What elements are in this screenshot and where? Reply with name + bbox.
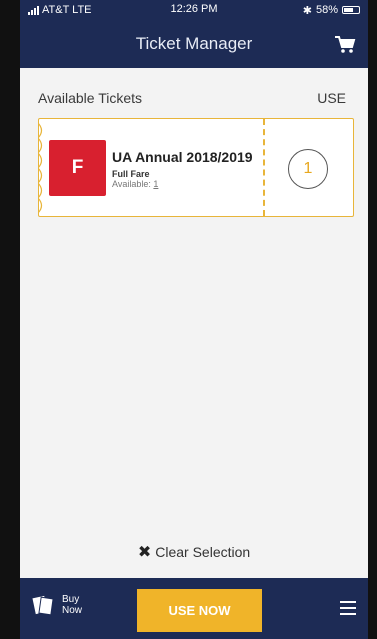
- use-now-button[interactable]: USE NOW: [137, 589, 262, 632]
- buy-now-line1: Buy: [62, 594, 80, 605]
- ticket-name: UA Annual 2018/2019: [112, 149, 253, 165]
- nav-bar: Ticket Manager: [20, 20, 368, 68]
- ticket-scallop-edge: [38, 123, 43, 213]
- use-count-selector[interactable]: 1: [288, 149, 328, 189]
- tickets-list-header: Available Tickets USE: [20, 68, 368, 106]
- page-title: Ticket Manager: [135, 34, 253, 53]
- bottom-bar: Buy Now USE NOW: [20, 578, 368, 639]
- battery-icon: [342, 6, 360, 14]
- use-column-heading: USE: [317, 90, 346, 106]
- fare-badge: F: [49, 140, 106, 196]
- clear-selection-label: Clear Selection: [155, 544, 251, 560]
- buy-now-line2: Now: [62, 605, 83, 616]
- availability-label: Available:: [112, 179, 151, 189]
- cart-icon[interactable]: [334, 34, 356, 54]
- status-bar: AT&T LTE 12:26 PM ✱ 58%: [20, 0, 368, 20]
- buy-now-label: Buy Now: [62, 594, 82, 616]
- hamburger-icon[interactable]: [340, 601, 356, 615]
- availability-count: 1: [153, 179, 159, 189]
- ticket-divider: [263, 119, 265, 216]
- fare-type: Full Fare: [112, 169, 150, 179]
- ticket-card[interactable]: F UA Annual 2018/2019 Full Fare Availabl…: [38, 118, 354, 217]
- available-tickets-heading: Available Tickets: [38, 90, 143, 106]
- availability: Available: 1: [112, 179, 158, 189]
- app-screen: AT&T LTE 12:26 PM ✱ 58% Ticket Manager A…: [20, 0, 368, 639]
- buy-now-button[interactable]: Buy Now: [32, 593, 82, 617]
- clear-selection-button[interactable]: ✖ Clear Selection: [20, 542, 368, 562]
- x-icon: ✖: [137, 544, 152, 561]
- clock: 12:26 PM: [170, 3, 218, 15]
- tickets-icon: [32, 595, 54, 616]
